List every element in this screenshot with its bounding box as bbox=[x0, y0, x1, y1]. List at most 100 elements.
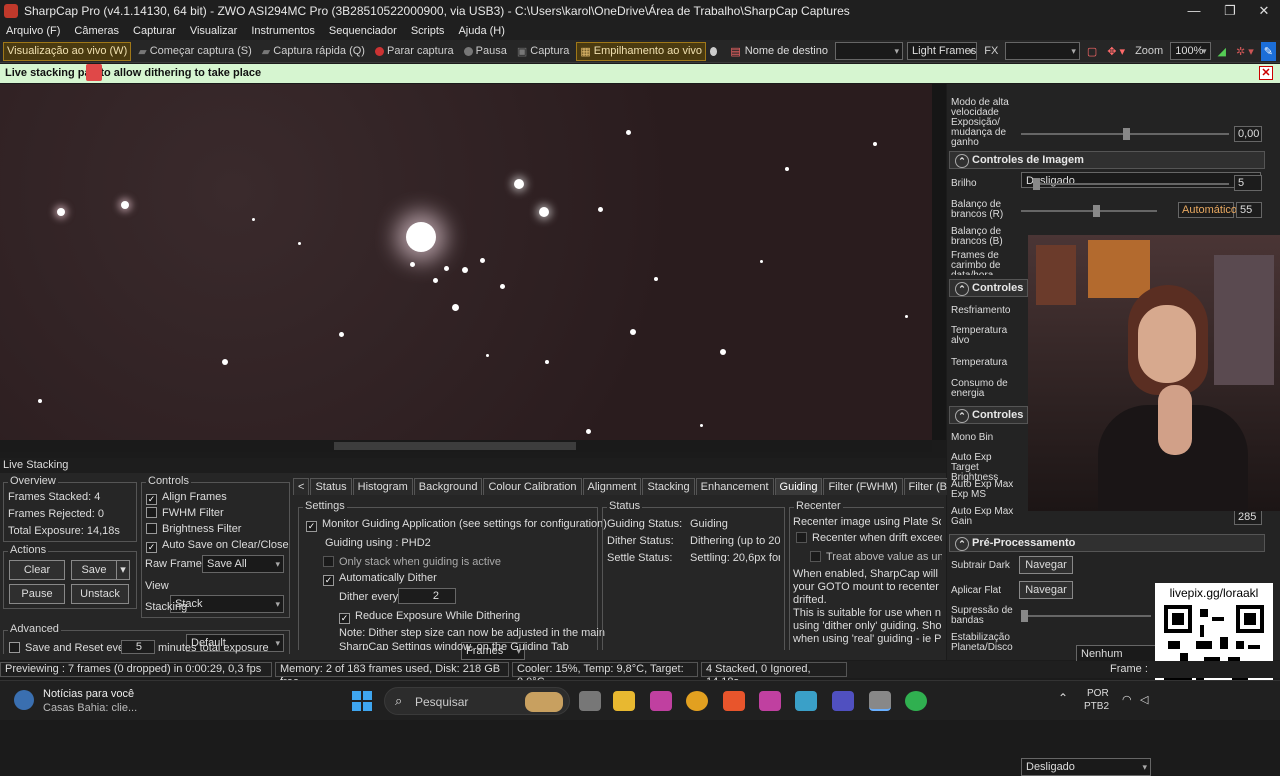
wb-red-value[interactable]: 55 bbox=[1236, 202, 1262, 218]
pause-button[interactable]: Pausa bbox=[461, 42, 510, 61]
fx-select[interactable] bbox=[1005, 42, 1080, 60]
target-name-select[interactable] bbox=[834, 42, 904, 60]
wb-auto-button[interactable]: Automático bbox=[1178, 202, 1237, 218]
menu-file[interactable]: Arquivo (F) bbox=[6, 25, 60, 37]
treat-value-checkbox[interactable]: Treat above value as un-b bbox=[810, 551, 942, 563]
brightness-filter-checkbox[interactable]: Brightness Filter bbox=[146, 523, 241, 535]
menu-cameras[interactable]: Câmeras bbox=[74, 25, 119, 37]
news-subtitle[interactable]: Casas Bahia: clie... bbox=[43, 702, 137, 714]
menu-tools[interactable]: Instrumentos bbox=[251, 25, 315, 37]
chevron-up-icon[interactable]: ⌃ bbox=[1058, 691, 1068, 705]
tab-alignment[interactable]: Alignment bbox=[582, 478, 642, 495]
high-speed-mode-select[interactable]: Desligado bbox=[1021, 172, 1261, 189]
tab-guiding[interactable]: Guiding bbox=[774, 478, 823, 495]
maximize-button[interactable]: ❐ bbox=[1212, 0, 1248, 22]
weather-icon[interactable] bbox=[14, 690, 34, 710]
tab-stacking[interactable]: Stacking bbox=[642, 478, 695, 495]
menu-view[interactable]: Visualizar bbox=[190, 25, 238, 37]
save-reset-minutes-input[interactable]: 5 bbox=[121, 640, 155, 654]
live-preview-image[interactable] bbox=[0, 84, 932, 440]
capture-button[interactable]: ▣ Captura bbox=[514, 42, 573, 61]
quick-capture-button[interactable]: ▰ Captura rápida (Q) bbox=[259, 42, 368, 61]
frame-type-select[interactable]: Light Frames bbox=[907, 42, 978, 60]
auto-dither-checkbox[interactable]: ✓ Automatically Dither bbox=[323, 572, 437, 586]
fwhm-filter-checkbox[interactable]: FWHM Filter bbox=[146, 507, 224, 519]
pause-stack-button[interactable]: Pause bbox=[9, 584, 65, 604]
sharpcap-taskbar-icon[interactable] bbox=[869, 691, 891, 711]
keyboard-layout-label[interactable]: PTB2 bbox=[1084, 701, 1109, 712]
unstack-button[interactable]: Unstack bbox=[71, 584, 129, 604]
menu-scripts[interactable]: Scripts bbox=[411, 25, 445, 37]
save-reset-checkbox[interactable]: Save and Reset every bbox=[9, 642, 133, 654]
tab-colour-calibration[interactable]: Colour Calibration bbox=[483, 478, 582, 495]
onenote-icon[interactable] bbox=[650, 691, 672, 711]
tab-status[interactable]: Status bbox=[310, 478, 352, 495]
wifi-icon[interactable]: ◠ bbox=[1122, 693, 1132, 706]
dark-browse-button[interactable]: Navegar bbox=[1019, 556, 1073, 574]
volume-icon[interactable]: ◁ bbox=[1140, 693, 1148, 706]
record-icon[interactable] bbox=[710, 46, 718, 56]
reduce-exposure-checkbox[interactable]: ✓ Reduce Exposure While Dithering bbox=[339, 610, 520, 624]
graph-icon[interactable]: ◢ bbox=[1215, 42, 1229, 61]
brush-icon[interactable]: ✎ bbox=[1260, 41, 1276, 61]
minimize-button[interactable]: — bbox=[1176, 0, 1212, 22]
settings-gear-icon[interactable]: ✲ ▾ bbox=[1233, 42, 1257, 61]
tabs-scroll-left-button[interactable]: < bbox=[293, 478, 310, 495]
brave-icon[interactable] bbox=[723, 691, 745, 711]
close-notification-button[interactable]: ✕ bbox=[1259, 66, 1273, 80]
live-view-button[interactable]: Visualização ao vivo (W) bbox=[3, 41, 132, 61]
slider-knob[interactable] bbox=[1033, 178, 1040, 190]
preview-horizontal-scrollbar[interactable] bbox=[0, 440, 932, 452]
save-dropdown-button[interactable]: ▾ bbox=[116, 560, 130, 580]
histogram-icon[interactable]: ▢ bbox=[1084, 42, 1100, 61]
phd2-icon[interactable] bbox=[905, 691, 927, 711]
stabilization-select[interactable]: Desligado bbox=[1021, 758, 1151, 776]
taskbar-search-box[interactable]: ⌕ Pesquisar bbox=[384, 687, 570, 715]
brightness-slider[interactable] bbox=[1033, 178, 1229, 190]
tab-enhancement[interactable]: Enhancement bbox=[695, 478, 774, 495]
exposure-change-value[interactable]: 0,00 bbox=[1234, 126, 1262, 142]
crosshair-icon[interactable]: ✥ ▾ bbox=[1104, 42, 1128, 61]
clear-button[interactable]: Clear bbox=[9, 560, 65, 580]
only-stack-checkbox[interactable]: Only stack when guiding is active bbox=[323, 556, 501, 568]
file-explorer-icon[interactable] bbox=[613, 691, 635, 711]
tab-background[interactable]: Background bbox=[413, 478, 483, 495]
stop-capture-button[interactable]: Parar captura bbox=[372, 42, 457, 61]
stellarium-icon[interactable] bbox=[832, 691, 854, 711]
tab-filter-fwhm[interactable]: Filter (FWHM) bbox=[823, 478, 903, 495]
image-controls-header[interactable]: Controles de Imagem bbox=[949, 151, 1265, 169]
chrome-icon[interactable] bbox=[686, 691, 708, 711]
onenote-icon-2[interactable] bbox=[759, 691, 781, 711]
slider-knob[interactable] bbox=[1093, 205, 1100, 217]
raw-frames-select[interactable]: Save All bbox=[202, 555, 284, 573]
slider-knob[interactable] bbox=[1123, 128, 1130, 140]
live-stack-button[interactable]: ▦ Empilhamento ao vivo bbox=[576, 41, 707, 61]
menu-help[interactable]: Ajuda (H) bbox=[458, 25, 504, 37]
recenter-drift-checkbox[interactable]: Recenter when drift exceeds bbox=[796, 532, 942, 544]
align-frames-checkbox[interactable]: ✓ Align Frames bbox=[146, 491, 227, 505]
scroll-thumb[interactable] bbox=[334, 442, 576, 450]
start-capture-button[interactable]: ▰ Começar captura (S) bbox=[135, 42, 255, 61]
task-view-icon[interactable] bbox=[579, 691, 601, 711]
app-icon[interactable] bbox=[795, 691, 817, 711]
windows-start-icon[interactable] bbox=[352, 691, 372, 711]
menu-sequencer[interactable]: Sequenciador bbox=[329, 25, 397, 37]
auto-save-checkbox[interactable]: ✓ Auto Save on Clear/Close bbox=[146, 539, 289, 553]
banding-slider[interactable] bbox=[1021, 610, 1151, 622]
preview-vertical-scrollbar[interactable] bbox=[932, 84, 946, 440]
monitor-guiding-checkbox[interactable]: ✓ Monitor Guiding Application (see settin… bbox=[306, 518, 607, 532]
dither-every-input[interactable]: 2 bbox=[398, 588, 456, 604]
slider-knob[interactable] bbox=[1021, 610, 1028, 622]
exposure-change-slider[interactable] bbox=[1021, 128, 1229, 140]
save-button[interactable]: Save bbox=[71, 560, 117, 580]
wb-red-slider[interactable] bbox=[1021, 205, 1157, 217]
menu-capture[interactable]: Capturar bbox=[133, 25, 176, 37]
tab-histogram[interactable]: Histogram bbox=[352, 478, 413, 495]
thermal-controls-header[interactable]: Controles téi bbox=[949, 279, 1028, 297]
auto-exp-gain-value[interactable]: 285 bbox=[1234, 509, 1262, 525]
language-label[interactable]: POR bbox=[1087, 688, 1109, 699]
zoom-select[interactable]: 100% bbox=[1170, 42, 1211, 60]
news-title[interactable]: Notícias para você bbox=[43, 688, 134, 700]
brightness-value[interactable]: 5 bbox=[1234, 175, 1262, 191]
misc-controls-header[interactable]: Controles div bbox=[949, 406, 1028, 424]
